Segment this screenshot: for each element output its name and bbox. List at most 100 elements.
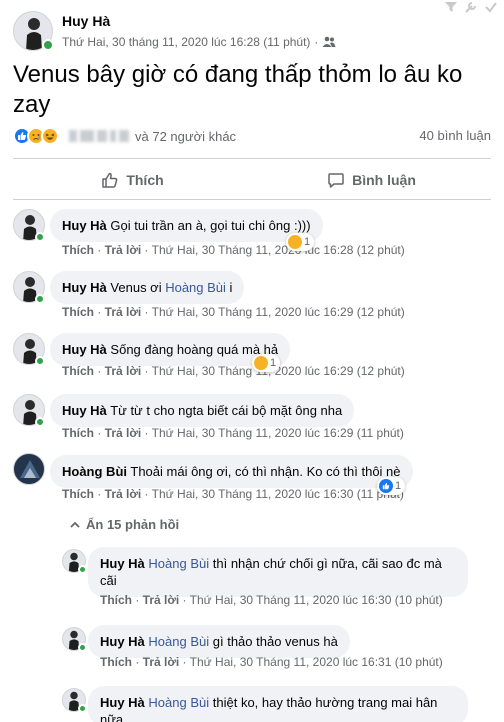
comment-label: Bình luận [352,172,416,188]
reply-bubble: Huy Hà Hoàng Bùi thì nhận chứ chối gì nữ… [88,547,468,597]
comment-author[interactable]: Huy Hà [62,280,107,295]
comment-meta: Thích · Trả lời · Thứ Hai, 30 Tháng 11, … [62,487,404,501]
post-actions: Thích Bình luận [13,162,491,198]
reply-time[interactable]: Thứ Hai, 30 Tháng 11, 2020 lúc 16:31 (10… [190,655,443,669]
divider [13,158,491,159]
blurred-names [69,130,129,142]
comment-like-link[interactable]: Thích [62,305,94,319]
online-status-dot [78,704,87,713]
reaction-count: 1 [395,480,402,492]
online-status-dot [78,565,87,574]
comment-bubble: Huy Hà Từ từ t cho ngta biết cái bộ mặt … [50,394,355,427]
hide-replies-label: Ẩn 15 phản hồi [86,517,180,532]
comment-time[interactable]: Thứ Hai, 30 Tháng 11, 2020 lúc 16:29 (12… [152,305,405,319]
reply-text: gì thảo thảo venus hà [212,634,338,649]
mention-tag[interactable]: Hoàng Bùi [165,280,226,295]
comment-like-link[interactable]: Thích [62,426,94,440]
comment-text: Từ từ t cho ngta biết cái bộ mặt ông nha [110,403,343,418]
sad-icon [254,356,268,370]
online-status-dot [78,643,87,652]
comment-bubble: Huy Hà Venus ơi Hoàng Bùi i [50,271,245,304]
online-status-dot [35,356,45,366]
comment-meta: Thích · Trả lời · Thứ Hai, 30 Tháng 11, … [62,426,404,440]
reply-meta: Thích · Trả lời · Thứ Hai, 30 Tháng 11, … [100,655,443,669]
haha-icon [41,127,59,145]
comment-time[interactable]: Thứ Hai, 30 Tháng 11, 2020 lúc 16:30 (11… [152,487,404,501]
wrench-icon[interactable] [464,0,478,14]
reply-reply-link[interactable]: Trả lời [143,593,180,607]
post-meta: Thứ Hai, 30 tháng 11, 2020 lúc 16:28 (11… [62,35,336,49]
like-icon [379,479,393,493]
hide-replies-link[interactable]: Ẩn 15 phản hồi [70,517,179,532]
comment-text-suffix: i [229,280,233,295]
reply-bubble: Huy Hà Hoàng Bùi thiệt ko, hay thảo hườn… [88,686,468,722]
like-label: Thích [126,172,164,188]
reactions-bar: và 72 người khác 40 bình luận [13,125,491,147]
mention-tag[interactable]: Hoàng Bùi [148,634,209,649]
comment-icon [328,173,344,188]
comment-meta: Thích · Trả lời · Thứ Hai, 30 Tháng 11, … [62,305,405,319]
comment-like-link[interactable]: Thích [62,243,94,257]
reply-author[interactable]: Huy Hà [100,695,145,710]
top-toolbar [444,0,498,14]
comment-reply-link[interactable]: Trả lời [105,426,142,440]
comment-reply-link[interactable]: Trả lời [105,243,142,257]
comment-reply-link[interactable]: Trả lời [105,305,142,319]
reply-author[interactable]: Huy Hà [100,634,145,649]
online-status-dot [35,294,45,304]
mention-tag[interactable]: Hoàng Bùi [148,695,209,710]
comment-text: Venus ơi [110,280,166,295]
comment-time[interactable]: Thứ Hai, 30 Tháng 11, 2020 lúc 16:29 (11… [152,426,404,440]
chevron-up-icon [70,521,80,528]
comment-reaction[interactable]: 1 [286,233,315,251]
friends-icon[interactable] [322,36,336,48]
reply-author[interactable]: Huy Hà [100,556,145,571]
filter-icon[interactable] [444,0,458,14]
comment-bubble: Hoàng Bùi Thoải mái ông ơi, có thì nhận.… [50,455,413,488]
reply-like-link[interactable]: Thích [100,593,132,607]
comment-reply-link[interactable]: Trả lời [105,487,142,501]
like-button[interactable]: Thích [13,162,252,198]
online-status-dot [35,232,45,242]
divider [13,199,491,200]
comment-author[interactable]: Huy Hà [62,218,107,233]
comment-text: Gọi tui trần an à, gọi tui chi ông :))) [110,218,311,233]
reactions-others[interactable]: và 72 người khác [135,129,236,144]
comment-reaction[interactable]: 1 [377,477,406,495]
reply-bubble: Huy Hà Hoàng Bùi gì thảo thảo venus hà [88,625,350,658]
comment-text: Sống đàng hoàng quá mà hả [110,342,279,357]
online-status-dot [35,417,45,427]
profile-picture-icon [20,460,40,478]
commenter-avatar[interactable] [13,453,45,485]
check-icon[interactable] [484,0,498,14]
reply-like-link[interactable]: Thích [100,655,132,669]
online-status-dot [42,39,54,51]
post-timestamp[interactable]: Thứ Hai, 30 tháng 11, 2020 lúc 16:28 (11… [62,35,310,49]
thumbs-up-icon [102,172,118,188]
comment-button[interactable]: Bình luận [252,162,491,198]
reply-time[interactable]: Thứ Hai, 30 Tháng 11, 2020 lúc 16:30 (10… [190,593,443,607]
comment-like-link[interactable]: Thích [62,364,94,378]
comment-reply-link[interactable]: Trả lời [105,364,142,378]
reaction-count: 1 [270,357,277,369]
comment-meta: Thích · Trả lời · Thứ Hai, 30 Tháng 11, … [62,243,405,257]
post-author[interactable]: Huy Hà [62,13,110,29]
meta-separator: · [314,35,319,49]
post-text: Venus bây giờ có đang thấp thỏm lo âu ko… [13,61,463,118]
comment-like-link[interactable]: Thích [62,487,94,501]
comment-reaction[interactable]: 1 [252,354,281,372]
reply-reply-link[interactable]: Trả lời [143,655,180,669]
comment-time[interactable]: Thứ Hai, 30 Tháng 11, 2020 lúc 16:28 (12… [152,243,405,257]
comment-text: Thoải mái ông ơi, có thì nhận. Ko có thì… [130,464,401,479]
comment-author[interactable]: Huy Hà [62,342,107,357]
reaction-count: 1 [304,236,311,248]
sad-icon [288,235,302,249]
mention-tag[interactable]: Hoàng Bùi [148,556,209,571]
comment-author[interactable]: Hoàng Bùi [62,464,127,479]
comment-meta: Thích · Trả lời · Thứ Hai, 30 Tháng 11, … [62,364,405,378]
reaction-icons[interactable] [13,127,59,145]
post-header: Huy Hà Thứ Hai, 30 tháng 11, 2020 lúc 16… [0,0,504,60]
reply-meta: Thích · Trả lời · Thứ Hai, 30 Tháng 11, … [100,593,443,607]
comment-author[interactable]: Huy Hà [62,403,107,418]
comment-count[interactable]: 40 bình luận [419,128,491,143]
